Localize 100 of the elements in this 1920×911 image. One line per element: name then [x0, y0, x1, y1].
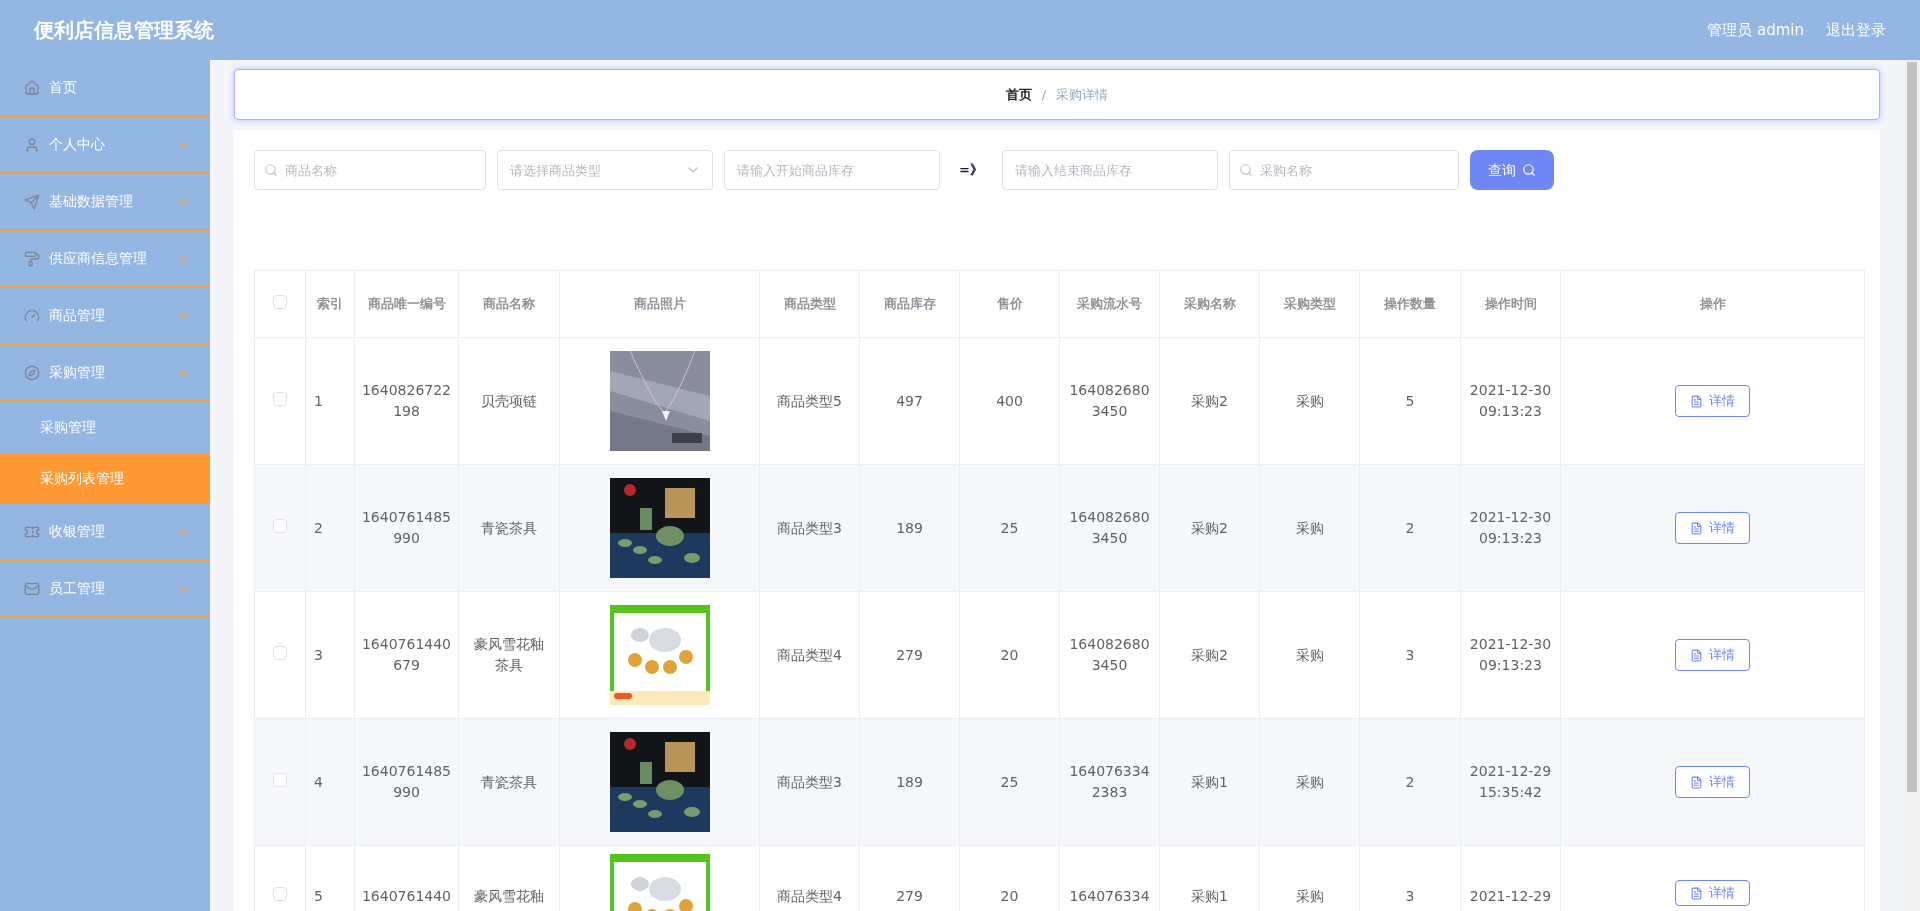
table-cell: 商品类型3 — [759, 464, 860, 592]
details-button[interactable]: 详情 — [1675, 880, 1750, 906]
table-cell: 2021-12-30 09:13:23 — [1460, 337, 1561, 465]
home-icon — [24, 79, 40, 96]
table-cell: 2021-12-30 09:13:23 — [1460, 591, 1561, 719]
table-cell: 1640826803450 — [1059, 337, 1160, 465]
sidebar-item[interactable]: 首页 — [0, 60, 210, 117]
table-cell: 1640761485990 — [354, 718, 459, 846]
table-cell: 25 — [959, 464, 1060, 592]
paint-roller-icon — [24, 250, 40, 267]
search-icon — [1238, 163, 1253, 177]
sidebar-subitem[interactable]: 采购管理 — [0, 402, 210, 453]
search-field[interactable]: 采购名称 — [1228, 150, 1459, 190]
table-cell: 5 — [1359, 337, 1461, 465]
table-cell: 1640761440679 — [354, 591, 459, 719]
column-header: 采购流水号 — [1059, 270, 1160, 338]
column-header: 商品照片 — [559, 270, 760, 338]
table-cell: 189 — [859, 718, 960, 846]
table-cell: 青瓷茶具 — [458, 464, 560, 592]
table-cell: 25 — [959, 718, 1060, 846]
table-cell: 商品类型5 — [759, 337, 860, 465]
sidebar-item[interactable]: 收银管理 — [0, 504, 210, 561]
table-cell: 豪风雪花釉茶具 — [458, 591, 560, 719]
table-cell: 1640826803450 — [1059, 591, 1160, 719]
table-cell: 1640826722198 — [354, 337, 459, 465]
table-cell: 3 — [305, 591, 355, 719]
table-cell: 189 — [859, 464, 960, 592]
checkbox[interactable] — [273, 294, 287, 309]
mail-icon — [24, 580, 40, 597]
table-cell: 采购 — [1259, 718, 1360, 846]
compass-icon — [24, 364, 40, 381]
table-cell: 采购 — [1259, 591, 1360, 719]
table-cell: 1640763342383 — [1059, 718, 1160, 846]
sidebar-item[interactable]: 个人中心 — [0, 117, 210, 174]
document-icon — [1690, 648, 1703, 662]
input-field[interactable]: 请输入结束商品库存 — [1001, 150, 1218, 190]
column-header: 索引 — [305, 270, 355, 338]
input-field[interactable]: 请输入开始商品库存 — [724, 150, 940, 190]
sidebar-item[interactable]: 基础数据管理 — [0, 174, 210, 231]
user-label: 管理员 admin — [1707, 19, 1804, 41]
column-header: 采购类型 — [1259, 270, 1360, 338]
column-header: 操作数量 — [1359, 270, 1461, 338]
table-cell: 1640826803450 — [1059, 464, 1160, 592]
table-cell: 采购1 — [1159, 718, 1260, 846]
table-cell: 采购2 — [1159, 464, 1260, 592]
paper-plane-icon — [24, 193, 40, 210]
document-icon — [1690, 521, 1703, 535]
search-icon — [1521, 163, 1536, 177]
column-header: 采购名称 — [1159, 270, 1260, 338]
column-header: 商品名称 — [458, 270, 560, 338]
sidebar-item[interactable]: 采购管理 — [0, 345, 210, 402]
checkbox[interactable] — [273, 518, 287, 533]
sidebar-subitem[interactable]: 采购列表管理 — [0, 453, 210, 504]
query-button[interactable]: 查询 — [1469, 150, 1554, 190]
breadcrumb-link[interactable]: 首页 — [1005, 84, 1032, 105]
table-cell: 20 — [959, 591, 1060, 719]
table-cell: 贝壳项链 — [458, 337, 560, 465]
user-icon — [24, 136, 40, 153]
sidebar-item[interactable]: 员工管理 — [0, 561, 210, 618]
details-button[interactable]: 详情 — [1675, 766, 1750, 798]
table-cell: 商品类型4 — [759, 591, 860, 719]
table-cell: 4 — [305, 718, 355, 846]
type-select[interactable]: 请选择商品类型 — [497, 150, 713, 190]
table-cell: 1 — [305, 337, 355, 465]
details-button[interactable]: 详情 — [1675, 385, 1750, 417]
gauge-icon — [24, 307, 40, 324]
table-cell: 采购2 — [1159, 591, 1260, 719]
column-header: 商品库存 — [859, 270, 960, 338]
checkbox[interactable] — [273, 391, 287, 406]
document-icon — [1690, 775, 1703, 789]
table-cell: 2 — [1359, 464, 1461, 592]
column-header: 操作 — [1560, 270, 1865, 338]
scrollbar-thumb[interactable] — [1907, 62, 1917, 792]
table-cell: 2 — [305, 464, 355, 592]
column-header: 商品类型 — [759, 270, 860, 338]
breadcrumb-current: 采购详情 — [1056, 85, 1109, 104]
table-cell: 2021-12-30 09:13:23 — [1460, 464, 1561, 592]
checkbox[interactable] — [273, 887, 287, 901]
logout-link[interactable]: 退出登录 — [1826, 18, 1886, 42]
column-header: 售价 — [959, 270, 1060, 338]
table-cell: 采购 — [1259, 464, 1360, 592]
column-header: 操作时间 — [1460, 270, 1561, 338]
table-cell: 400 — [959, 337, 1060, 465]
document-icon — [1690, 886, 1703, 900]
table-cell: 1640761485990 — [354, 464, 459, 592]
details-button[interactable]: 详情 — [1675, 512, 1750, 544]
search-field[interactable]: 商品名称 — [254, 150, 486, 190]
details-button[interactable]: 详情 — [1675, 639, 1750, 671]
sidebar-item[interactable]: 供应商信息管理 — [0, 231, 210, 288]
table-cell: 2021-12-29 15:35:42 — [1460, 718, 1561, 846]
table-cell: 497 — [859, 337, 960, 465]
search-icon — [264, 163, 278, 177]
table-cell: 商品类型3 — [759, 718, 860, 846]
sidebar-item[interactable]: 商品管理 — [0, 288, 210, 345]
table-cell: 3 — [1359, 591, 1461, 719]
checkbox[interactable] — [273, 772, 287, 787]
table-cell: 2 — [1359, 718, 1461, 846]
checkbox[interactable] — [273, 645, 287, 660]
table-cell: 采购2 — [1159, 337, 1260, 465]
range-arrow: =》 — [958, 161, 984, 180]
